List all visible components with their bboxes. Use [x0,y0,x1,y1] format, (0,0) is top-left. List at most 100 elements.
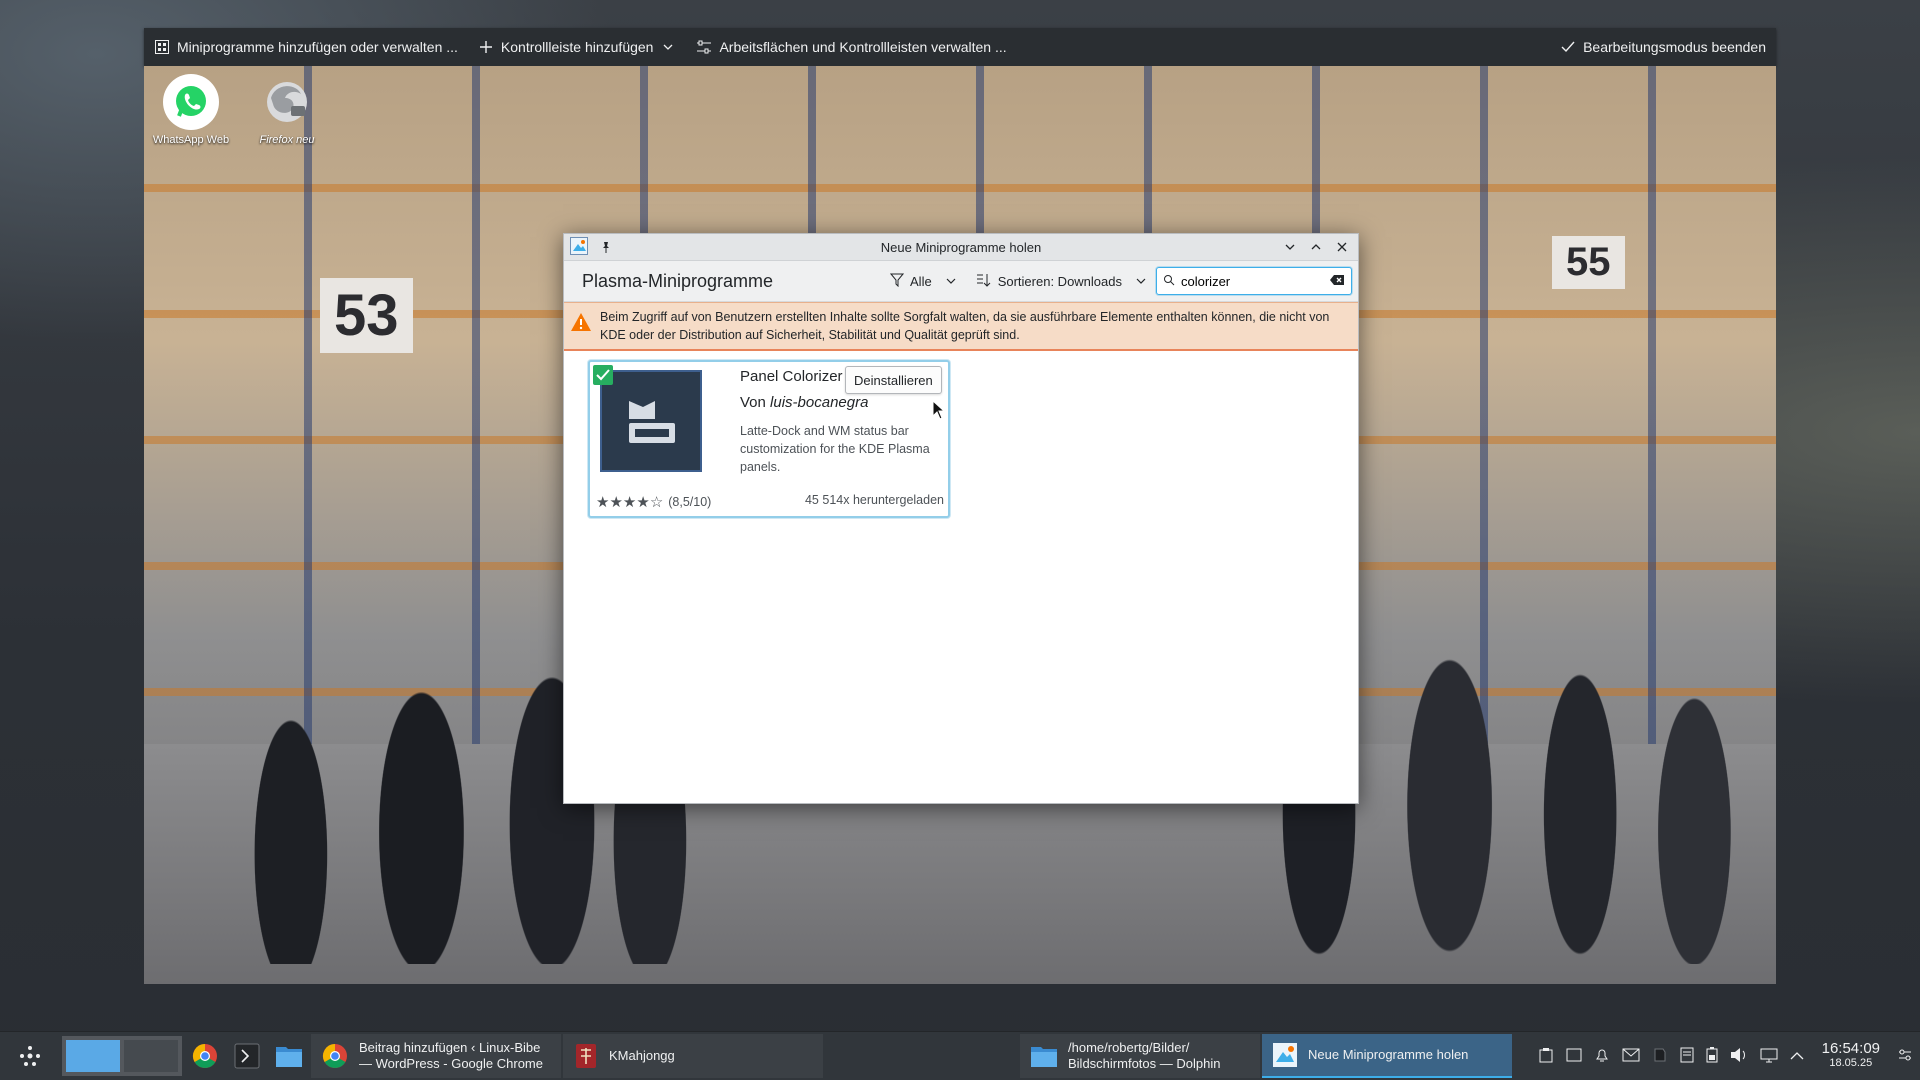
chevron-down-icon [1285,244,1295,250]
filter-icon [889,273,905,290]
virtual-desktop-pager[interactable] [62,1036,182,1076]
notifications-icon[interactable] [1594,1047,1610,1066]
desktop-icon-whatsapp[interactable]: WhatsApp Web [148,74,234,146]
task-title: Neue Miniprogramme holen [1308,1047,1469,1062]
add-panel-button[interactable]: Kontrollleiste hinzufügen [468,28,687,66]
task-title: /home/robertg/Bilder/ [1068,1040,1190,1055]
close-icon [1337,242,1347,252]
widget-description: Latte-Dock and WM status bar customizati… [740,424,930,474]
application-launcher[interactable] [0,1032,60,1080]
chevron-down-icon [660,39,676,55]
star-filled-icon: ★ [596,494,610,511]
sort-icon [976,273,992,290]
widget-rating: ★★★★☆ (8,5/10) [596,493,711,511]
search-field[interactable] [1156,267,1352,295]
plus-icon [478,39,494,55]
task-title: KMahjongg [609,1048,675,1063]
filter-label: Alle [910,273,932,289]
author-name[interactable]: luis-bocanegra [770,394,868,411]
panel-colorizer-icon [629,401,675,443]
uninstall-button[interactable]: Deinstallieren [845,366,942,394]
battery-icon[interactable] [1706,1046,1718,1066]
clock-time: 16:54:09 [1821,1040,1880,1057]
checkmark-icon [1560,39,1576,55]
storage-icon[interactable] [1680,1047,1694,1066]
desktop-icon-label: Firefox neu [259,134,315,146]
wallpaper-number: 55 [1552,236,1625,289]
network-icon[interactable] [1760,1047,1778,1066]
add-panel-label: Kontrollleiste hinzufügen [500,39,654,55]
kmahjongg-icon [576,1044,596,1068]
star-filled-icon: ★ [636,494,650,511]
star-empty-icon: ☆ [649,494,664,511]
digital-clock[interactable]: 16:54:09 18.05.25 [1816,1041,1886,1071]
panel-settings-icon[interactable] [1898,1048,1912,1065]
task-chrome[interactable]: Beitrag hinzufügen ‹ Linux-Bibe — WordPre… [311,1034,561,1078]
chrome-icon [192,1044,217,1069]
dolphin-icon [1031,1047,1057,1067]
taskbar-spacer [824,1032,1019,1080]
launcher-file-manager[interactable] [268,1032,310,1080]
chevron-up-icon [1311,244,1321,250]
close-button[interactable] [1332,237,1352,257]
volume-icon[interactable] [1730,1047,1748,1066]
widget-author: Von luis-bocanegra [740,394,868,411]
widget-title: Panel Colorizer [740,368,843,385]
task-title: Beitrag hinzufügen ‹ Linux-Bibe [359,1040,541,1055]
add-widgets-label: Miniprogramme hinzufügen oder verwalten … [177,39,458,55]
whatsapp-icon [163,74,219,130]
maximize-button[interactable] [1306,237,1326,257]
app-icon [570,236,588,258]
clipboard-manager-icon[interactable] [1538,1047,1554,1066]
launcher-terminal[interactable] [226,1032,268,1080]
warning-icon [570,312,592,337]
pager-desktop-2[interactable] [124,1040,178,1072]
dialog-titlebar[interactable]: Neue Miniprogramme holen [564,234,1358,261]
add-widgets-button[interactable]: Miniprogramme hinzufügen oder verwalten … [144,28,468,66]
firefox-icon [259,74,315,130]
plasma-widgets-icon [1273,1043,1297,1067]
mouse-cursor-icon [932,400,946,420]
clock-date: 18.05.25 [1829,1057,1873,1069]
rating-text: (8,5/10) [668,495,712,509]
pager-desktop-1[interactable] [66,1040,120,1072]
vault-icon[interactable] [1652,1047,1668,1066]
task-dolphin[interactable]: /home/robertg/Bilder/Bildschirmfotos — D… [1020,1034,1260,1078]
chevron-down-icon [1136,274,1146,289]
author-prefix: Von [740,394,766,411]
star-filled-icon: ★ [622,494,637,511]
minimize-button[interactable] [1280,237,1300,257]
task-get-new-widgets[interactable]: Neue Miniprogramme holen [1262,1034,1512,1078]
manage-desktops-button[interactable]: Arbeitsflächen und Kontrollleisten verwa… [686,28,1016,66]
launcher-chrome[interactable] [184,1032,226,1080]
terminal-icon [234,1043,260,1069]
star-filled-icon: ★ [609,494,623,511]
manage-desktops-label: Arbeitsflächen und Kontrollleisten verwa… [719,39,1007,55]
search-input[interactable] [1181,273,1323,289]
system-tray: 16:54:09 18.05.25 [1530,1032,1920,1080]
exit-edit-mode-label: Bearbeitungsmodus beenden [1583,39,1766,55]
clear-search-icon[interactable] [1329,273,1345,289]
mail-icon[interactable] [1622,1048,1640,1065]
chrome-icon [322,1044,347,1069]
chevron-up-icon[interactable] [1790,1049,1804,1064]
desktop-icon-firefox[interactable]: Firefox neu [244,74,330,146]
widget-card[interactable]: Panel Colorizer Von luis-bocanegra Latte… [588,360,950,518]
exit-edit-mode-button[interactable]: Bearbeitungsmodus beenden [1550,28,1776,66]
widget-preview-image [600,370,702,472]
widgets-icon [154,39,170,55]
pin-icon[interactable] [596,237,616,257]
filter-dropdown[interactable]: Alle [880,273,966,290]
folder-icon [276,1047,302,1067]
rating-stars: ★★★★☆ [596,493,663,511]
taskbar: Beitrag hinzufügen ‹ Linux-Bibe — WordPre… [0,1031,1920,1080]
show-desktop-icon[interactable] [1566,1047,1582,1066]
warning-text: Beim Zugriff auf von Benutzern erstellte… [600,310,1330,342]
get-new-widgets-dialog: Neue Miniprogramme holen Plasma-Miniprog… [563,233,1359,804]
sort-dropdown[interactable]: Sortieren: Downloads [966,273,1156,290]
sliders-icon [696,39,712,55]
sort-label: Sortieren: Downloads [997,273,1122,289]
page-title: Plasma-Miniprogramme [582,270,774,291]
task-kmahjongg[interactable]: KMahjongg [563,1034,823,1078]
task-subtitle: — WordPress - Google Chrome [359,1056,543,1071]
